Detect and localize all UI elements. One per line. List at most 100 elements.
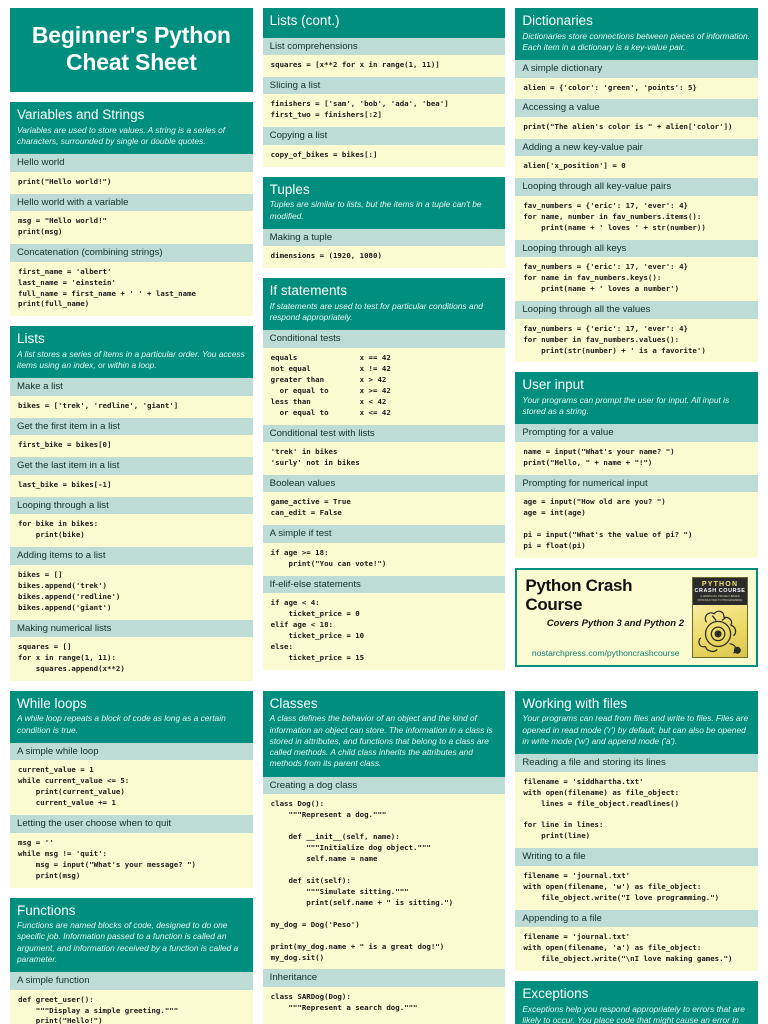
- subsection-label: Make a list: [10, 378, 253, 396]
- code-block: print("Hello world!"): [10, 171, 253, 194]
- subsection-label: Reading a file and storing its lines: [515, 754, 759, 772]
- section-dictionaries: Dictionaries Dictionaries store connecti…: [515, 8, 759, 363]
- section-title: If statements: [269, 283, 347, 299]
- subsection-label: Writing to a file: [515, 848, 759, 866]
- subsection-label: If-elif-else statements: [262, 575, 506, 594]
- code-block: copy_of_bikes = bikes[:]: [262, 144, 506, 167]
- subsection-label: Conditional test with lists: [262, 424, 506, 443]
- code-block: print("The alien's color is " + alien['c…: [515, 116, 759, 139]
- section-header: Lists A list stores a series of items in…: [10, 326, 253, 379]
- code-block: filename = 'journal.txt' with open(filen…: [515, 865, 759, 910]
- section-title: Lists: [17, 331, 45, 347]
- section-header: Functions Functions are named blocks of …: [10, 897, 253, 973]
- section-header: While loops A while loop repeats a block…: [10, 690, 253, 743]
- cheatsheet-page-1: Beginner's Python Cheat Sheet Variables …: [0, 0, 768, 681]
- code-block: for bike in bikes: print(bike): [10, 514, 253, 548]
- section-while-loops: While loops A while loop repeats a block…: [10, 690, 253, 888]
- page-1-column-1: Beginner's Python Cheat Sheet Variables …: [10, 8, 253, 681]
- page-title-line-2: Cheat Sheet: [65, 49, 197, 76]
- subsection-label: Inheritance: [262, 969, 506, 987]
- section-title: Variables and Strings: [17, 107, 145, 123]
- code-block: dimensions = (1920, 1080): [262, 246, 506, 269]
- page-1-column-2: Lists (cont.) List comprehensions square…: [262, 8, 506, 670]
- page-2-column-2: Classes A class defines the behavior of …: [262, 690, 506, 1024]
- code-block: if age < 4: ticket_price = 0 elif age < …: [262, 593, 506, 670]
- section-header: Exceptions Exceptions help you respond a…: [515, 981, 759, 1024]
- code-block: bikes = ['trek', 'redline', 'giant']: [10, 395, 253, 418]
- code-block: alien['x_position'] = 0: [515, 156, 759, 179]
- code-block: bikes = [] bikes.append('trek') bikes.ap…: [10, 564, 253, 620]
- code-block: age = input("How old are you? ") age = i…: [515, 492, 759, 559]
- ad-title: Python Crash Course: [525, 576, 633, 614]
- code-block: squares = [x**2 for x in range(1, 11)]: [262, 55, 506, 77]
- subsection-label: Prompting for numerical input: [515, 474, 759, 493]
- code-block: first_name = 'albert' last_name = 'einst…: [10, 261, 253, 317]
- subsection-label: List comprehensions: [262, 37, 506, 56]
- section-description: Your programs can prompt the user for in…: [522, 394, 730, 417]
- code-block: if age >= 18: print("You can vote!"): [262, 542, 506, 576]
- section-title: User input: [522, 377, 584, 393]
- subsection-label: A simple while loop: [10, 742, 253, 761]
- code-block: class Dog(): """Represent a dog.""" def …: [262, 794, 506, 970]
- code-block: fav_numbers = {'eric': 17, 'ever': 4} fo…: [515, 195, 759, 240]
- python-crash-course-ad[interactable]: Python Crash Course Covers Python 3 and …: [515, 568, 759, 667]
- ad-url-link[interactable]: nostarchpress.com/pythoncrashcourse: [525, 648, 686, 658]
- section-working-with-files: Working with files Your programs can rea…: [515, 690, 759, 972]
- code-block: fav_numbers = {'eric': 17, 'ever': 4} fo…: [515, 318, 759, 363]
- subsection-label: A simple dictionary: [515, 60, 759, 78]
- subsection-label: Making a tuple: [262, 228, 506, 247]
- page-2-column-1: While loops A while loop repeats a block…: [10, 690, 253, 1024]
- section-lists-cont: Lists (cont.) List comprehensions square…: [262, 8, 506, 167]
- code-block: msg = '' while msg != 'quit': msg = inpu…: [10, 832, 253, 888]
- section-description: Functions are named blocks of code, desi…: [17, 920, 239, 964]
- section-description: Your programs can read from files and wr…: [522, 713, 749, 746]
- section-header: Dictionaries Dictionaries store connecti…: [515, 8, 759, 61]
- subsection-label: A simple if test: [262, 525, 506, 543]
- section-exceptions: Exceptions Exceptions help you respond a…: [515, 981, 759, 1024]
- code-block: filename = 'siddhartha.txt' with open(fi…: [515, 771, 759, 849]
- section-if-statements: If statements If statements are used to …: [262, 278, 506, 670]
- subsection-label: Looping through all keys: [515, 239, 759, 258]
- code-block: class SARDog(Dog): """Represent a search…: [262, 986, 506, 1024]
- code-block: first_bike = bikes[0]: [10, 435, 253, 458]
- book-title-secondary: CRASH COURSE: [694, 588, 746, 595]
- code-block: game_active = True can_edit = False: [262, 492, 506, 526]
- code-block: last_bike = bikes[-1]: [10, 474, 253, 497]
- subsection-label: Accessing a value: [515, 99, 759, 117]
- section-title: Classes: [269, 695, 318, 711]
- section-header: If statements If statements are used to …: [262, 278, 506, 331]
- code-block: current_value = 1 while current_value <=…: [10, 760, 253, 816]
- page-title-banner: Beginner's Python Cheat Sheet: [10, 8, 253, 93]
- section-functions: Functions Functions are named blocks of …: [10, 897, 253, 1024]
- page-title-line-1: Beginner's Python: [31, 22, 231, 48]
- subsection-label: Adding a new key-value pair: [515, 138, 759, 157]
- code-block: 'trek' in bikes 'surly' not in bikes: [262, 442, 506, 475]
- subsection-label: Concatenation (combining strings): [10, 244, 253, 262]
- code-block: alien = {'color': 'green', 'points': 5}: [515, 77, 759, 100]
- ad-text-area: Python Crash Course Covers Python 3 and …: [525, 576, 686, 658]
- subsection-label: Get the first item in a list: [10, 417, 253, 436]
- section-header: User input Your programs can prompt the …: [515, 372, 759, 425]
- section-lists: Lists A list stores a series of items in…: [10, 326, 253, 681]
- page-1-columns: Beginner's Python Cheat Sheet Variables …: [10, 8, 759, 681]
- section-header: Lists (cont.): [262, 8, 506, 38]
- subsection-label: Looping through a list: [10, 496, 253, 515]
- section-description: Variables are used to store values. A st…: [17, 124, 226, 147]
- book-cover-header: PYTHON CRASH COURSE A HANDS-ON, PROJECT-…: [693, 578, 748, 605]
- section-description: A class defines the behavior of an objec…: [269, 713, 493, 769]
- section-tuples: Tuples Tuples are similar to lists, but …: [262, 176, 506, 269]
- code-block: msg = "Hello world!" print(msg): [10, 211, 253, 245]
- subsection-label: Letting the user choose when to quit: [10, 815, 253, 833]
- section-title: Lists (cont.): [269, 13, 340, 28]
- section-header: Classes A class defines the behavior of …: [262, 690, 506, 777]
- subsection-label: Conditional tests: [262, 330, 506, 348]
- section-description: If statements are used to test for parti…: [269, 300, 483, 323]
- section-header: Working with files Your programs can rea…: [515, 690, 759, 755]
- book-title-tagline: A HANDS-ON, PROJECT-BASED INTRODUCTION T…: [697, 595, 743, 603]
- page-2-columns: While loops A while loop repeats a block…: [10, 690, 759, 1024]
- section-description: A while loop repeats a block of code as …: [17, 713, 226, 735]
- subsection-label: Boolean values: [262, 474, 506, 493]
- section-header: Tuples Tuples are similar to lists, but …: [262, 176, 506, 229]
- code-block: finishers = ['sam', 'bob', 'ada', 'bea']…: [262, 94, 506, 128]
- subsection-label: Hello world with a variable: [10, 193, 253, 212]
